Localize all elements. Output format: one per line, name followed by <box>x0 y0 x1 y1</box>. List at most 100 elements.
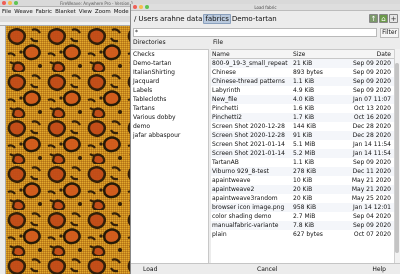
column-date[interactable]: Date <box>341 50 393 58</box>
cancel-button[interactable]: Cancel <box>257 265 277 274</box>
file-size: 1.6 KiB <box>293 105 315 112</box>
file-row[interactable]: browser icon image.png 958 KiB Jan 14 12:0… <box>211 203 394 212</box>
path-segment-fabrics[interactable]: fabrics <box>203 14 231 24</box>
file-row[interactable]: apaintweave3random 20 KiB May 25 2020 <box>211 194 394 203</box>
file-date: Oct 16 2020 <box>353 114 391 121</box>
file-row[interactable]: Screen Shot 2020-12-28 144 KiB Dec 28 2020 <box>211 122 394 131</box>
file-name: Chinese-thread patterns <box>212 78 285 85</box>
directory-item[interactable]: Various dobby <box>131 113 208 122</box>
file-name: apaintweave2 <box>212 186 255 193</box>
file-size: 20 KiB <box>293 195 313 202</box>
directory-item[interactable]: Labels <box>131 86 208 95</box>
file-row[interactable]: Screen Shot 2021-01-14 5.1 MiB Jan 14 11:5… <box>211 140 394 149</box>
file-row[interactable]: New_file 4.0 KiB Jan 07 11:07 <box>211 95 394 104</box>
file-date: Sep 09 2020 <box>352 69 391 76</box>
file-size: 2.7 MiB <box>293 213 316 220</box>
path-segment-demo-tartan[interactable]: Demo-tartan <box>231 15 278 23</box>
directory-item[interactable]: demo <box>131 122 208 131</box>
file-date: May 21 2020 <box>351 186 391 193</box>
file-row[interactable]: Screen Shot 2021-01-14 5.2 MiB Jan 14 11:5… <box>211 149 394 158</box>
directories-list[interactable]: Checks Demo-tartan ItalianShirting Jacquard… <box>131 49 209 263</box>
file-row[interactable]: Labyrinth 4.9 KiB Sep 09 2020 <box>211 86 394 95</box>
files-scrollbar-thumb[interactable] <box>395 63 399 253</box>
files-scrollbar[interactable] <box>394 49 400 263</box>
file-row[interactable]: plain 627 bytes Oct 07 2020 <box>211 230 394 239</box>
file-row[interactable]: 800-9_19-3_small_repeat 21 KiB Sep 09 2020 <box>211 59 394 68</box>
directory-item[interactable]: ItalianShirting <box>131 68 208 77</box>
fabric-preview-leopard[interactable] <box>6 26 130 274</box>
file-name: browser icon image.png <box>212 204 285 211</box>
file-date: Dec 11 2020 <box>352 168 391 175</box>
app-menubar: File Weave Fabric Blanket View Zoom Mode <box>0 7 130 16</box>
file-size: 1.1 KiB <box>293 159 315 166</box>
file-row[interactable]: Pinchetti2 1.7 KiB Oct 16 2020 <box>211 113 394 122</box>
directory-item[interactable]: Demo-tartan <box>131 59 208 68</box>
file-row[interactable]: color shading demo 2.7 MiB Sep 04 2020 <box>211 212 394 221</box>
file-date: Jan 07 11:07 <box>353 96 391 103</box>
file-row[interactable]: apaintweave2 20 KiB May 21 2020 <box>211 185 394 194</box>
files-table-header: Name Size Date <box>211 50 394 59</box>
menu-item-zoom[interactable]: Zoom <box>95 9 111 15</box>
directory-item[interactable]: jafar abbaspour <box>131 131 208 140</box>
file-row[interactable]: manualfabric-variante 7.8 KiB Sep 09 2020 <box>211 221 394 230</box>
file-date: Sep 09 2020 <box>352 222 391 229</box>
file-row[interactable]: apaintweave 10 KiB May 21 2020 <box>211 176 394 185</box>
menu-item-file[interactable]: File <box>2 9 11 15</box>
new-folder-icon[interactable]: + <box>389 14 398 23</box>
file-row[interactable]: Chinese 893 bytes Sep 09 2020 <box>211 68 394 77</box>
directory-item[interactable]: Jacquard <box>131 77 208 86</box>
dialog-titlebar: Load fabric <box>131 4 400 11</box>
path-breadcrumb: / Users arahne data fabrics Demo-tartan … <box>131 11 400 27</box>
load-fabric-dialog: Load fabric / Users arahne data fabrics … <box>130 4 400 274</box>
window-controls[interactable] <box>2 1 18 5</box>
directory-item[interactable]: Tablecloths <box>131 95 208 104</box>
file-date: May 21 2020 <box>351 177 391 184</box>
file-date: Dec 28 2020 <box>352 123 391 130</box>
file-name: Screen Shot 2021-01-14 <box>212 141 285 148</box>
menu-item-weave[interactable]: Weave <box>14 9 33 15</box>
file-size: 4.0 KiB <box>293 96 315 103</box>
folder-up-icon[interactable]: ↑ <box>369 14 378 23</box>
column-name[interactable]: Name <box>211 50 293 58</box>
directory-item[interactable]: Checks <box>131 50 208 59</box>
file-name: 800-9_19-3_small_repeat <box>212 60 288 67</box>
column-size[interactable]: Size <box>293 50 341 58</box>
directories-pane: Directories Checks Demo-tartan ItalianShir… <box>131 38 209 263</box>
menu-item-fabric[interactable]: Fabric <box>36 9 52 15</box>
file-name: apaintweave <box>212 177 251 184</box>
file-name: Screen Shot 2021-01-14 <box>212 150 285 157</box>
file-row[interactable]: Screen Shot 2020-12-28 91 KiB Dec 28 2020 <box>211 131 394 140</box>
file-date: Sep 09 2020 <box>352 78 391 85</box>
file-size: 893 bytes <box>293 69 323 76</box>
load-button[interactable]: Load <box>143 265 157 274</box>
path-segment-users[interactable]: Users <box>137 15 159 23</box>
file-size: 958 KiB <box>293 204 317 211</box>
files-table: Name Size Date 800-9_19-3_small_repeat 21… <box>211 49 394 263</box>
menu-item-blanket[interactable]: Blanket <box>55 9 76 15</box>
file-date: Sep 09 2020 <box>352 159 391 166</box>
file-size: 627 bytes <box>293 231 323 238</box>
path-segment-arahne[interactable]: arahne <box>159 15 186 23</box>
filter-button[interactable]: Filter <box>380 28 399 38</box>
file-date: May 25 2020 <box>351 195 391 202</box>
file-name: TartanAB <box>212 159 239 166</box>
file-date: Sep 09 2020 <box>352 60 391 67</box>
file-name: Pinchetti <box>212 105 239 112</box>
file-date: Jan 14 11:54 <box>353 141 391 148</box>
files-table-body: 800-9_19-3_small_repeat 21 KiB Sep 09 2020… <box>211 59 394 239</box>
file-name: manualfabric-variante <box>212 222 279 229</box>
home-icon[interactable]: ⌂ <box>379 14 388 23</box>
path-segment-data[interactable]: data <box>186 15 204 23</box>
filter-input[interactable] <box>133 28 377 37</box>
directory-item[interactable]: Tartans <box>131 104 208 113</box>
menu-item-view[interactable]: View <box>79 9 92 15</box>
file-row[interactable]: Chinese-thread patterns 1.1 KiB Sep 09 202… <box>211 77 394 86</box>
file-row[interactable]: TartanAB 1.1 KiB Sep 09 2020 <box>211 158 394 167</box>
file-size: 91 KiB <box>293 132 313 139</box>
file-row[interactable]: Viburno 929_8-test 278 KiB Dec 11 2020 <box>211 167 394 176</box>
menu-item-mode[interactable]: Mode <box>114 9 129 15</box>
file-row[interactable]: Pinchetti 1.6 KiB Oct 13 2020 <box>211 104 394 113</box>
help-button[interactable]: Help <box>372 265 386 274</box>
file-size: 21 KiB <box>293 60 313 67</box>
dialog-title: Load fabric <box>254 5 277 10</box>
